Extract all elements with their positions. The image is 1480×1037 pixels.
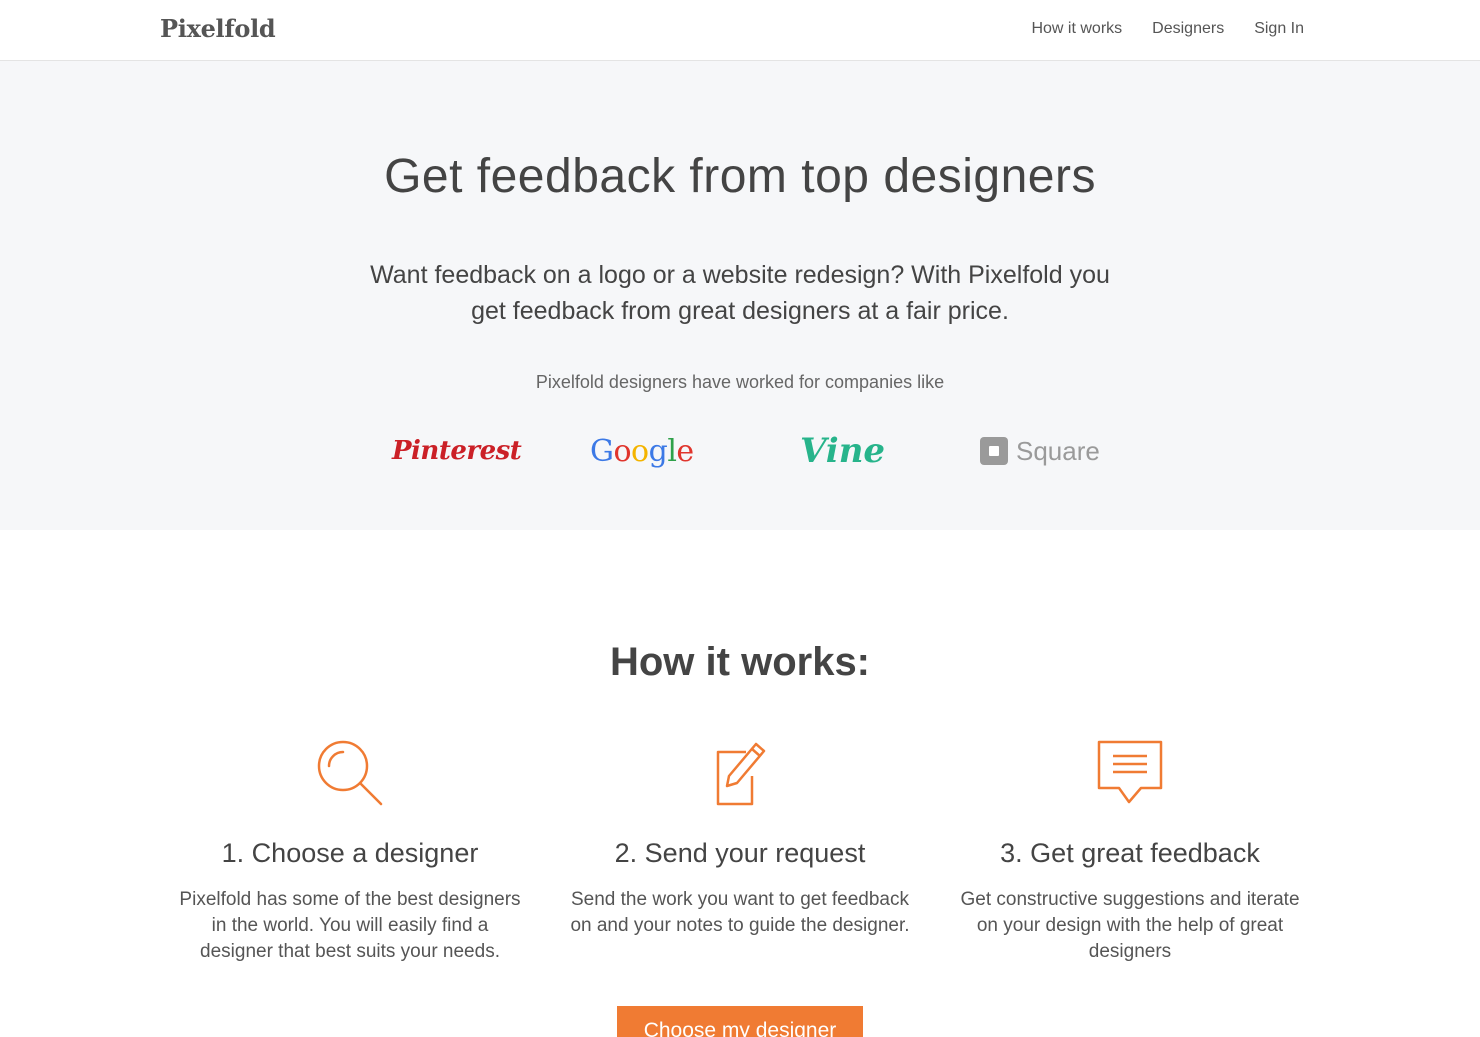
main-nav: How it works Designers Sign In: [1031, 20, 1304, 38]
step-choose-designer: 1. Choose a designer Pixelfold has some …: [165, 740, 535, 965]
step-heading: 2. Send your request: [614, 838, 866, 868]
company-logos: Pinterest Google Vine Square: [0, 426, 1480, 476]
top-navbar: Pixelfold How it works Designers Sign In: [0, 0, 1480, 61]
edit-note-icon: [555, 740, 925, 806]
step-description: Get constructive suggestions and iterate…: [960, 889, 1300, 962]
nav-designers[interactable]: Designers: [1152, 20, 1224, 38]
speech-bubble-icon: [945, 740, 1315, 806]
google-logo: Google: [590, 433, 694, 469]
brand-logo[interactable]: Pixelfold: [160, 14, 276, 43]
hero-section: Get feedback from top designers Want fee…: [0, 61, 1480, 530]
nav-how-it-works[interactable]: How it works: [1031, 20, 1122, 38]
step-heading: 3. Get great feedback: [1000, 838, 1260, 868]
square-wordmark: Square: [1016, 435, 1100, 466]
square-mark-icon: [980, 437, 1008, 465]
step-description: Send the work you want to get feedback o…: [570, 889, 910, 936]
hero-subtitle: Want feedback on a logo or a website red…: [370, 261, 1110, 325]
choose-designer-button[interactable]: Choose my designer: [617, 1006, 863, 1037]
pinterest-logo: Pinterest: [392, 436, 522, 466]
square-logo: Square: [980, 426, 1100, 476]
step-heading: 1. Choose a designer: [221, 838, 479, 868]
vine-logo: Vine: [800, 431, 886, 471]
companies-intro: Pixelfold designers have worked for comp…: [535, 372, 945, 392]
how-it-works-title: How it works:: [609, 640, 871, 684]
step-get-feedback: 3. Get great feedback Get constructive s…: [945, 740, 1315, 965]
step-send-request: 2. Send your request Send the work you w…: [555, 740, 925, 939]
step-description: Pixelfold has some of the best designers…: [179, 889, 521, 962]
magnifier-icon: [165, 740, 535, 806]
nav-sign-in[interactable]: Sign In: [1254, 20, 1304, 38]
hero-title: Get feedback from top designers: [384, 150, 1096, 203]
